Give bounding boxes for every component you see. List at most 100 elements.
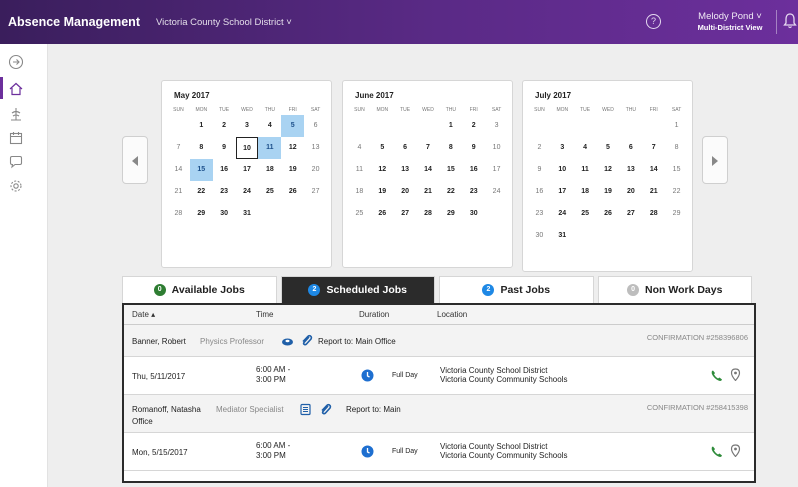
calendar-day[interactable]: 3 — [236, 115, 259, 137]
calendar-day[interactable]: 5 — [371, 137, 394, 159]
calendar-day[interactable]: 20 — [304, 159, 327, 181]
chat-icon[interactable] — [8, 154, 24, 170]
calendar-day[interactable]: 15 — [439, 159, 462, 181]
calendar-day[interactable]: 24 — [485, 181, 508, 203]
calendar-day[interactable]: 17 — [551, 181, 574, 203]
calendar-day[interactable]: 30 — [528, 225, 551, 247]
calendar-day[interactable]: 18 — [574, 181, 597, 203]
calendar-day[interactable]: 17 — [485, 159, 508, 181]
bell-icon[interactable] — [783, 13, 797, 29]
calendar-day[interactable]: 8 — [665, 137, 688, 159]
calendar-day[interactable]: 11 — [348, 159, 371, 181]
calendar-day[interactable]: 29 — [439, 203, 462, 225]
calendar-day[interactable]: 4 — [574, 137, 597, 159]
column-duration[interactable]: Duration — [359, 310, 389, 319]
tab-non-work-days[interactable]: 0 Non Work Days — [597, 276, 752, 303]
calendar-day[interactable]: 3 — [485, 115, 508, 137]
calendar-day[interactable]: 30 — [462, 203, 485, 225]
calendar-day[interactable]: 13 — [304, 137, 327, 159]
calendar-day[interactable]: 11 — [258, 137, 282, 159]
calendar-day[interactable]: 6 — [304, 115, 327, 137]
calendar-day[interactable]: 7 — [642, 137, 665, 159]
attachment-icon[interactable] — [319, 403, 332, 416]
calendar-day[interactable]: 19 — [281, 159, 304, 181]
calendar-day[interactable]: 5 — [281, 115, 305, 137]
calendar-day[interactable]: 14 — [167, 159, 190, 181]
calendar-day[interactable]: 11 — [574, 159, 597, 181]
tab-scheduled-jobs[interactable]: 2 Scheduled Jobs — [280, 276, 435, 303]
calendar-day[interactable]: 10 — [235, 137, 259, 159]
calendar-day[interactable]: 15 — [189, 159, 213, 181]
document-icon[interactable] — [299, 403, 312, 416]
home-icon[interactable] — [8, 81, 24, 97]
calendar-day[interactable]: 17 — [236, 159, 259, 181]
help-icon[interactable]: ? — [646, 14, 661, 29]
gear-icon[interactable] — [8, 178, 24, 194]
calendar-day[interactable]: 25 — [574, 203, 597, 225]
calendar-day[interactable]: 2 — [462, 115, 485, 137]
calendar-day[interactable]: 24 — [551, 203, 574, 225]
calendar-day[interactable]: 18 — [258, 159, 281, 181]
calendar-day[interactable]: 10 — [485, 137, 508, 159]
calendar-day[interactable]: 8 — [190, 137, 213, 159]
calendar-day[interactable]: 4 — [348, 137, 371, 159]
calendar-day[interactable]: 6 — [394, 137, 417, 159]
calendar-day[interactable]: 27 — [394, 203, 417, 225]
user-menu[interactable]: Melody Pond ˅ Multi-District View — [688, 11, 772, 33]
calendar-day[interactable]: 26 — [371, 203, 394, 225]
calendar-day[interactable]: 20 — [394, 181, 417, 203]
phone-icon[interactable] — [710, 445, 723, 458]
job-header-row[interactable]: Banner, Robert Physics Professor Report … — [124, 325, 754, 357]
calendar-day[interactable]: 21 — [417, 181, 440, 203]
calendar-day[interactable]: 27 — [304, 181, 327, 203]
calendar-icon[interactable] — [8, 130, 24, 146]
calendar-day[interactable]: 29 — [665, 203, 688, 225]
calendar-day[interactable]: 1 — [439, 115, 462, 137]
map-pin-icon[interactable] — [729, 444, 742, 457]
calendar-day[interactable]: 22 — [439, 181, 462, 203]
calendar-day[interactable]: 15 — [665, 159, 688, 181]
calendar-day[interactable]: 26 — [597, 203, 620, 225]
calendar-day[interactable]: 13 — [394, 159, 417, 181]
calendar-day[interactable]: 22 — [665, 181, 688, 203]
prev-month-button[interactable] — [122, 136, 148, 184]
tab-available-jobs[interactable]: 0 Available Jobs — [122, 276, 277, 303]
calendar-day[interactable]: 1 — [665, 115, 688, 137]
column-date[interactable]: Date ▴ — [132, 310, 155, 319]
calendar-day[interactable]: 27 — [619, 203, 642, 225]
calendar-day[interactable]: 9 — [462, 137, 485, 159]
calendar-day[interactable]: 13 — [619, 159, 642, 181]
calendar-day[interactable]: 9 — [213, 137, 236, 159]
calendar-day[interactable]: 3 — [551, 137, 574, 159]
calendar-day[interactable]: 26 — [281, 181, 304, 203]
tab-past-jobs[interactable]: 2 Past Jobs — [439, 276, 594, 303]
calendar-day[interactable]: 28 — [642, 203, 665, 225]
calendar-day[interactable]: 14 — [642, 159, 665, 181]
arrow-right-circle-icon[interactable] — [8, 54, 24, 70]
calendar-day[interactable]: 21 — [642, 181, 665, 203]
calendar-day[interactable]: 23 — [528, 203, 551, 225]
calendar-day[interactable]: 7 — [417, 137, 440, 159]
calendar-day[interactable]: 31 — [236, 203, 259, 225]
calendar-day[interactable]: 29 — [190, 203, 213, 225]
job-detail-row[interactable]: Thu, 5/11/2017 6:00 AM - 3:00 PM Full Da… — [124, 357, 754, 395]
calendar-day[interactable]: 31 — [551, 225, 574, 247]
calendar-day[interactable]: 23 — [213, 181, 236, 203]
calendar-day[interactable]: 28 — [167, 203, 190, 225]
calendar-day[interactable]: 18 — [348, 181, 371, 203]
column-location[interactable]: Location — [437, 310, 467, 319]
map-pin-icon[interactable] — [729, 368, 742, 381]
calendar-day[interactable]: 2 — [528, 137, 551, 159]
calendar-day[interactable]: 4 — [258, 115, 281, 137]
calendar-day[interactable]: 12 — [281, 137, 304, 159]
calendar-day[interactable]: 19 — [371, 181, 394, 203]
job-header-row[interactable]: Romanoff, Natasha Mediator Specialist Re… — [124, 395, 754, 433]
tree-icon[interactable] — [8, 106, 24, 122]
next-month-button[interactable] — [702, 136, 728, 184]
calendar-day[interactable]: 12 — [371, 159, 394, 181]
calendar-day[interactable]: 25 — [258, 181, 281, 203]
calendar-day[interactable]: 30 — [213, 203, 236, 225]
calendar-day[interactable]: 24 — [236, 181, 259, 203]
phone-icon[interactable] — [710, 369, 723, 382]
calendar-day[interactable]: 21 — [167, 181, 190, 203]
